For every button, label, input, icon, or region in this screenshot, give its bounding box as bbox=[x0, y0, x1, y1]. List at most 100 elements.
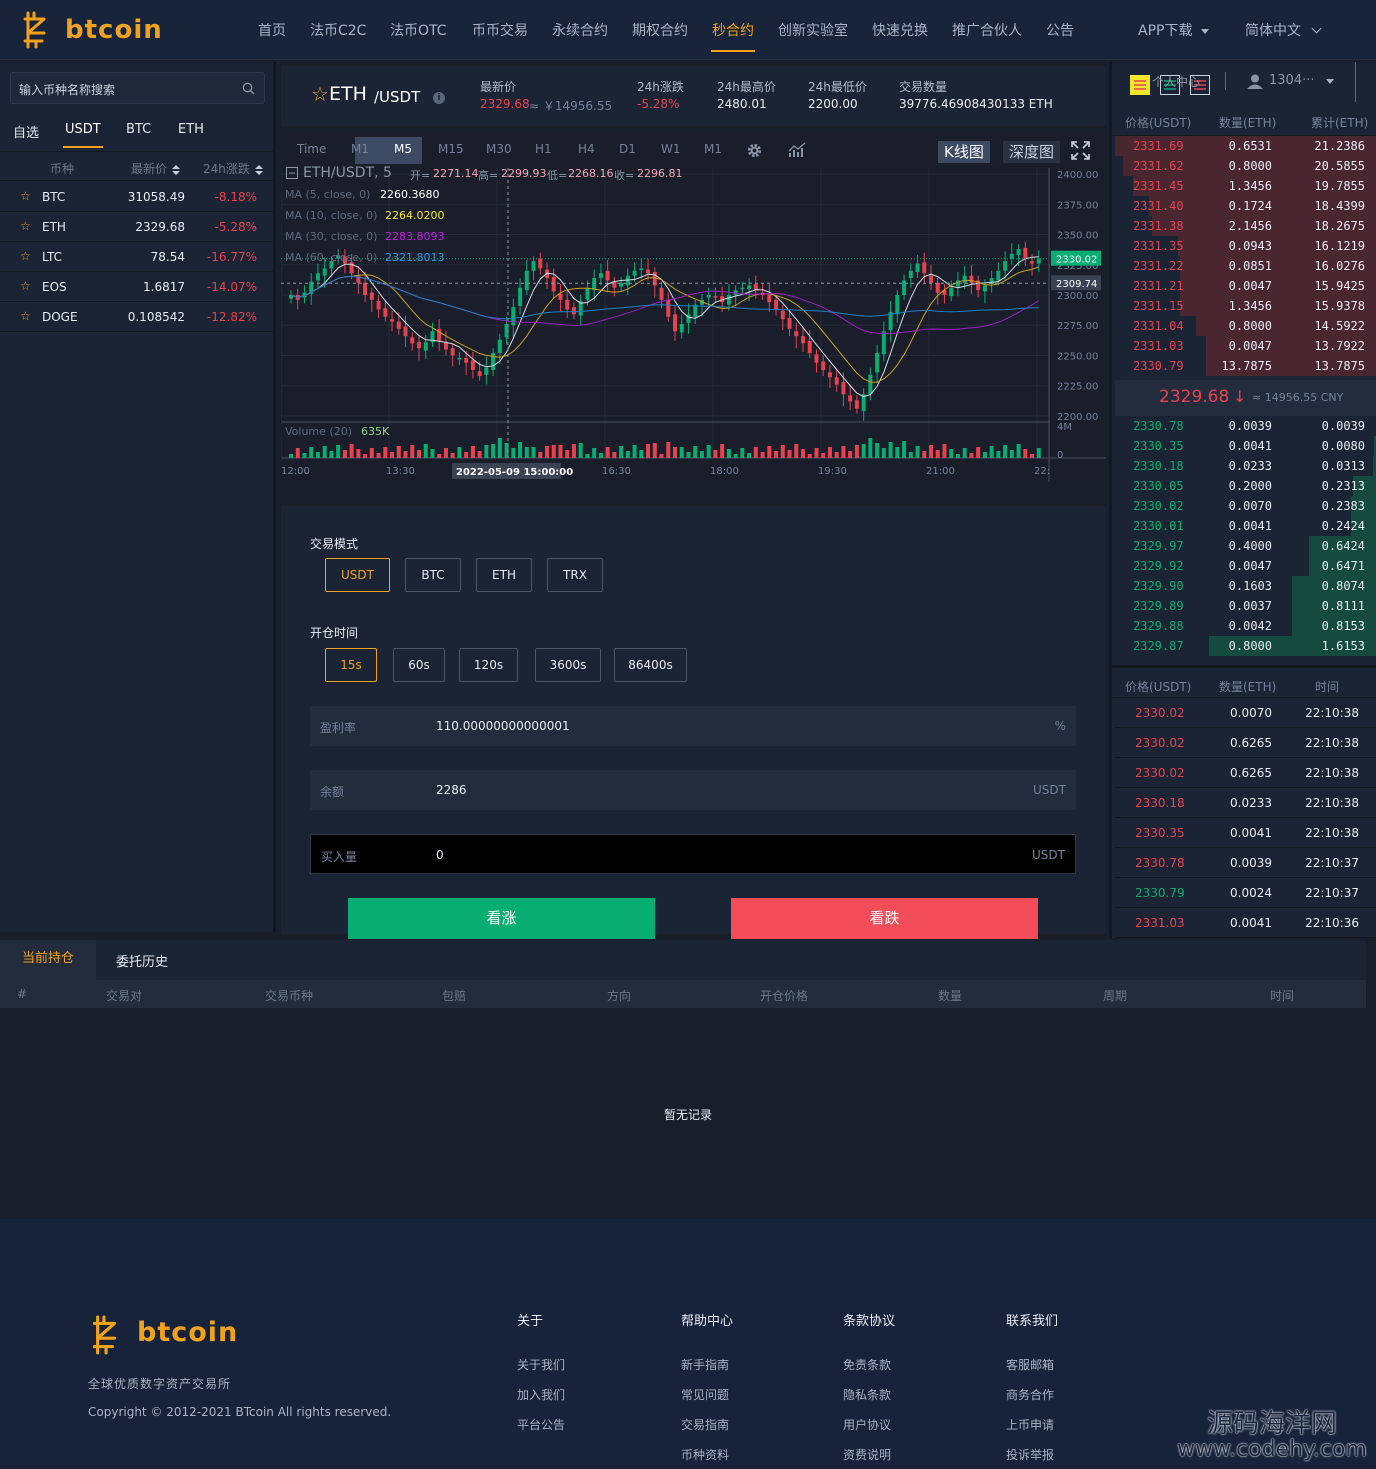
bid-row[interactable]: 2329.89 0.0037 0.8111 bbox=[1115, 596, 1376, 616]
timeframe-m30[interactable]: M30 bbox=[486, 142, 512, 156]
nav-innovation-lab[interactable]: 创新实验室 bbox=[778, 20, 848, 40]
gear-icon[interactable] bbox=[745, 141, 764, 160]
time-button-60s[interactable]: 60s bbox=[393, 648, 445, 682]
ask-row[interactable]: 2331.04 0.8000 14.5922 bbox=[1115, 316, 1376, 336]
mode-button-usdt[interactable]: USDT bbox=[325, 558, 390, 592]
coin-row[interactable]: ☆ LTC 78.54 -16.77% bbox=[0, 242, 273, 272]
ask-row[interactable]: 2331.03 0.0047 13.7922 bbox=[1115, 336, 1376, 356]
favorite-star-icon[interactable]: ☆ bbox=[20, 309, 31, 323]
bid-row[interactable]: 2330.02 0.0070 0.2383 bbox=[1115, 496, 1376, 516]
coin-row[interactable]: ☆ BTC 31058.49 -8.18% bbox=[0, 182, 273, 212]
coin-row[interactable]: ☆ DOGE 0.108542 -12.82% bbox=[0, 302, 273, 332]
ask-row[interactable]: 2331.38 2.1456 18.2675 bbox=[1115, 216, 1376, 236]
coin-row[interactable]: ☆ ETH 2329.68 -5.28% bbox=[0, 212, 273, 242]
favorite-star-icon[interactable]: ☆ bbox=[311, 82, 329, 106]
user-avatar-icon[interactable] bbox=[1247, 74, 1263, 89]
favorite-star-icon[interactable]: ☆ bbox=[20, 249, 31, 263]
search-icon[interactable] bbox=[242, 82, 255, 95]
footer-link[interactable]: 币种资料 bbox=[681, 1446, 729, 1463]
brand-logo[interactable]: btcoin bbox=[22, 11, 163, 49]
ask-row[interactable]: 2331.62 0.8000 20.5855 bbox=[1115, 156, 1376, 176]
coin-row[interactable]: ☆ EOS 1.6817 -14.07% bbox=[0, 272, 273, 302]
mode-button-eth[interactable]: ETH bbox=[476, 558, 532, 592]
time-button-86400s[interactable]: 86400s bbox=[614, 648, 687, 682]
layout-asks-bids-icon[interactable] bbox=[1130, 75, 1150, 95]
timeframe-m5[interactable]: M5 bbox=[394, 142, 412, 156]
bid-row[interactable]: 2330.18 0.0233 0.0313 bbox=[1115, 456, 1376, 476]
time-button-15s[interactable]: 15s bbox=[325, 648, 377, 682]
buy-amount-value[interactable]: 0 bbox=[436, 848, 444, 862]
bid-row[interactable]: 2329.88 0.0042 0.8153 bbox=[1115, 616, 1376, 636]
tab-current-positions[interactable]: 当前持仓 bbox=[0, 940, 96, 980]
ask-row[interactable]: 2331.15 1.3456 15.9378 bbox=[1115, 296, 1376, 316]
footer-link[interactable]: 新手指南 bbox=[681, 1356, 729, 1373]
header-price-sort[interactable]: 最新价 bbox=[131, 160, 181, 177]
nav-home[interactable]: 首页 bbox=[258, 20, 286, 40]
nav-spot[interactable]: 币币交易 bbox=[472, 20, 528, 40]
mode-button-btc[interactable]: BTC bbox=[405, 558, 461, 592]
timeframe-h1[interactable]: H1 bbox=[535, 142, 552, 156]
fullscreen-icon[interactable] bbox=[1071, 141, 1090, 160]
bid-row[interactable]: 2330.35 0.0041 0.0080 bbox=[1115, 436, 1376, 456]
tab-usdt[interactable]: USDT bbox=[65, 122, 101, 137]
app-download-dropdown[interactable]: APP下载 bbox=[1138, 20, 1210, 40]
timeframe-m1[interactable]: M1 bbox=[351, 142, 369, 156]
bid-row[interactable]: 2329.90 0.1603 0.8074 bbox=[1115, 576, 1376, 596]
ask-row[interactable]: 2330.79 13.7875 13.7875 bbox=[1115, 356, 1376, 376]
kline-view-button[interactable]: K线图 bbox=[938, 141, 990, 163]
user-id[interactable]: 1304··· bbox=[1269, 73, 1314, 88]
favorite-star-icon[interactable]: ☆ bbox=[20, 279, 31, 293]
footer-link[interactable]: 加入我们 bbox=[517, 1386, 565, 1403]
footer-link[interactable]: 免责条款 bbox=[843, 1356, 891, 1373]
footer-link[interactable]: 平台公告 bbox=[517, 1416, 565, 1433]
bid-row[interactable]: 2329.97 0.4000 0.6424 bbox=[1115, 536, 1376, 556]
bid-row[interactable]: 2330.05 0.2000 0.2313 bbox=[1115, 476, 1376, 496]
nav-c2c[interactable]: 法币C2C bbox=[310, 20, 366, 40]
timeframe-time[interactable]: Time bbox=[297, 142, 326, 156]
timeframe-h4[interactable]: H4 bbox=[578, 142, 595, 156]
bid-row[interactable]: 2330.01 0.0041 0.2424 bbox=[1115, 516, 1376, 536]
footer-link[interactable]: 关于我们 bbox=[517, 1356, 565, 1373]
nav-options[interactable]: 期权合约 bbox=[632, 20, 688, 40]
timeframe-month[interactable]: M1 bbox=[704, 142, 722, 156]
user-center-link[interactable]: 个人中心 bbox=[1152, 73, 1200, 90]
timeframe-d1[interactable]: D1 bbox=[619, 142, 636, 156]
footer-link[interactable]: 商务合作 bbox=[1006, 1386, 1054, 1403]
ask-row[interactable]: 2331.40 0.1724 18.4399 bbox=[1115, 196, 1376, 216]
footer-link[interactable]: 客服邮箱 bbox=[1006, 1356, 1054, 1373]
indicator-icon[interactable] bbox=[788, 142, 806, 158]
nav-second-contract[interactable]: 秒合约 bbox=[712, 20, 754, 40]
footer-link[interactable]: 交易指南 bbox=[681, 1416, 729, 1433]
ask-row[interactable]: 2331.35 0.0943 16.1219 bbox=[1115, 236, 1376, 256]
ask-row[interactable]: 2331.45 1.3456 19.7855 bbox=[1115, 176, 1376, 196]
favorite-star-icon[interactable]: ☆ bbox=[20, 219, 31, 233]
footer-link[interactable]: 隐私条款 bbox=[843, 1386, 891, 1403]
timeframe-w1[interactable]: W1 bbox=[661, 142, 681, 156]
bid-row[interactable]: 2329.92 0.0047 0.6471 bbox=[1115, 556, 1376, 576]
buy-up-button[interactable]: 看涨 bbox=[348, 898, 655, 939]
footer-link[interactable]: 常见问题 bbox=[681, 1386, 729, 1403]
caret-down-icon[interactable] bbox=[1326, 79, 1334, 84]
footer-link[interactable]: 资费说明 bbox=[843, 1446, 891, 1463]
tab-eth[interactable]: ETH bbox=[178, 122, 204, 137]
ask-row[interactable]: 2331.21 0.0047 15.9425 bbox=[1115, 276, 1376, 296]
footer-link[interactable]: 用户协议 bbox=[843, 1416, 891, 1433]
nav-perpetual[interactable]: 永续合约 bbox=[552, 20, 608, 40]
mode-button-trx[interactable]: TRX bbox=[547, 558, 603, 592]
footer-link[interactable]: 上币申请 bbox=[1006, 1416, 1054, 1433]
sell-down-button[interactable]: 看跌 bbox=[731, 898, 1038, 939]
nav-partner[interactable]: 推广合伙人 bbox=[952, 20, 1022, 40]
buy-amount-input[interactable]: 买入量 0 USDT bbox=[310, 834, 1076, 874]
time-button-3600s[interactable]: 3600s bbox=[535, 648, 601, 682]
nav-quick-exchange[interactable]: 快速兑换 bbox=[872, 20, 928, 40]
tab-order-history[interactable]: 委托历史 bbox=[116, 951, 168, 970]
ask-row[interactable]: 2331.69 0.6531 21.2386 bbox=[1115, 136, 1376, 156]
time-button-120s[interactable]: 120s bbox=[459, 648, 518, 682]
nav-otc[interactable]: 法币OTC bbox=[390, 20, 447, 40]
header-change-sort[interactable]: 24h涨跌 bbox=[203, 160, 263, 177]
language-dropdown[interactable]: 简体中文 bbox=[1245, 20, 1322, 40]
tab-btc[interactable]: BTC bbox=[126, 122, 151, 137]
coin-search-input[interactable]: 输入币种名称搜索 bbox=[10, 72, 265, 104]
timeframe-m15[interactable]: M15 bbox=[438, 142, 464, 156]
favorite-star-icon[interactable]: ☆ bbox=[20, 189, 31, 203]
